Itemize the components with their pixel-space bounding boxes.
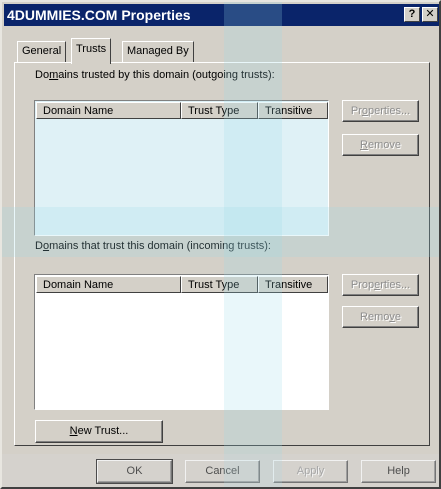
column-transitive[interactable]: Transitive: [258, 102, 328, 119]
title-bar[interactable]: 4DUMMIES.COM Properties ? ✕: [4, 4, 439, 26]
tab-trusts[interactable]: Trusts: [71, 38, 112, 64]
column-trust-type[interactable]: Trust Type: [181, 102, 258, 119]
outgoing-list-header: Domain Name Trust Type Transitive: [36, 102, 328, 119]
ok-button[interactable]: OK: [96, 459, 173, 484]
new-trust-button[interactable]: New Trust...: [35, 420, 163, 443]
incoming-trusts-list[interactable]: Domain Name Trust Type Transitive: [34, 274, 329, 410]
incoming-trusts-label: Domains that trust this domain (incoming…: [35, 240, 271, 252]
column-trust-type[interactable]: Trust Type: [181, 276, 258, 293]
properties-dialog: 4DUMMIES.COM Properties ? ✕ General Trus…: [0, 0, 441, 489]
outgoing-trusts-label: Domains trusted by this domain (outgoing…: [35, 69, 275, 81]
incoming-list-header: Domain Name Trust Type Transitive: [36, 276, 328, 293]
cancel-button[interactable]: Cancel: [185, 460, 260, 483]
column-domain-name[interactable]: Domain Name: [36, 276, 181, 293]
outgoing-remove-button[interactable]: Remove: [342, 134, 419, 156]
column-transitive[interactable]: Transitive: [258, 276, 328, 293]
apply-button[interactable]: Apply: [273, 460, 348, 483]
tab-managed-by-label: Managed By: [127, 45, 189, 57]
outgoing-trusts-list[interactable]: Domain Name Trust Type Transitive: [34, 100, 329, 236]
close-icon[interactable]: ✕: [422, 7, 438, 22]
column-domain-name[interactable]: Domain Name: [36, 102, 181, 119]
tab-general-label: General: [22, 45, 62, 57]
tab-general[interactable]: General: [17, 41, 67, 62]
window-title: 4DUMMIES.COM Properties: [7, 7, 191, 23]
incoming-remove-button[interactable]: Remove: [342, 306, 419, 328]
help-icon[interactable]: ?: [404, 7, 420, 22]
tab-managed-by[interactable]: Managed By: [122, 41, 194, 62]
outgoing-properties-button[interactable]: Properties...: [342, 100, 419, 122]
tab-trusts-label: Trusts: [76, 43, 107, 55]
incoming-properties-button[interactable]: Properties...: [342, 274, 419, 296]
help-button[interactable]: Help: [361, 460, 436, 483]
